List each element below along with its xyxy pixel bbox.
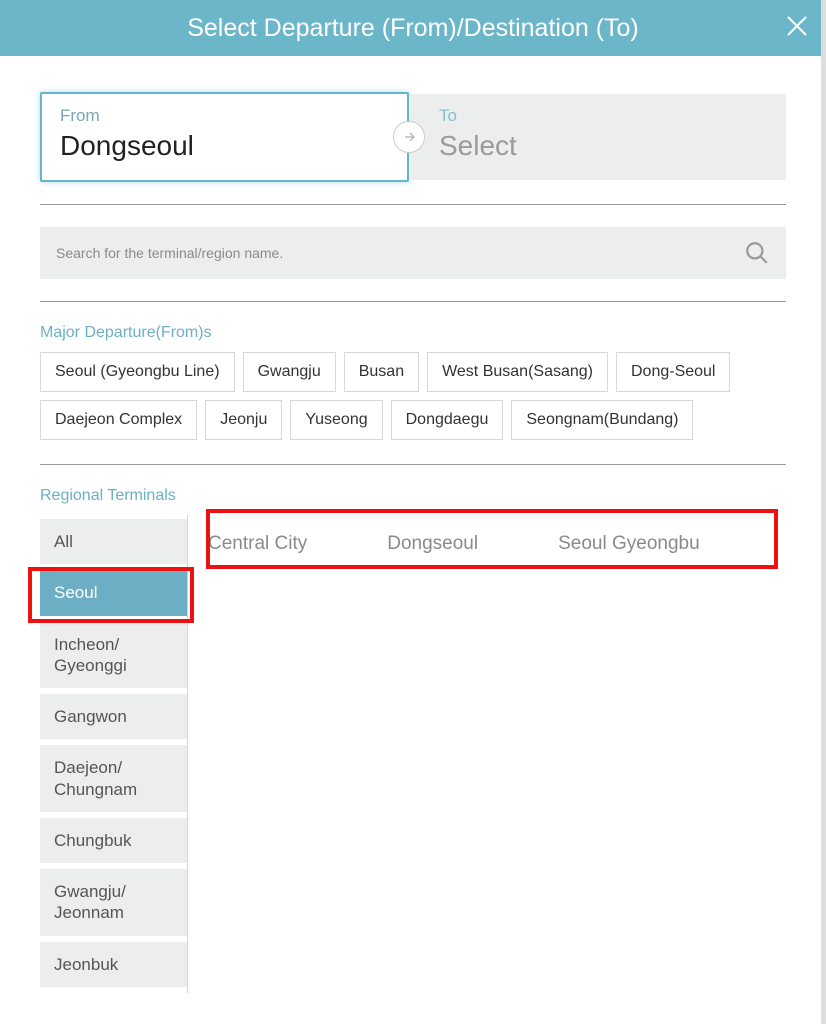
regional-section: All Seoul Incheon/ Gyeonggi Gangwon Daej…: [40, 515, 786, 993]
dialog-header: Select Departure (From)/Destination (To): [0, 0, 826, 56]
major-chip-row: Seoul (Gyeongbu Line) Gwangju Busan West…: [40, 352, 786, 440]
search-box[interactable]: [40, 227, 786, 279]
major-chip[interactable]: Jeonju: [205, 400, 282, 440]
arrow-right-icon: [393, 121, 425, 153]
major-chip[interactable]: Seoul (Gyeongbu Line): [40, 352, 235, 392]
close-icon[interactable]: [786, 15, 808, 41]
from-value: Dongseoul: [60, 130, 389, 162]
terminal-list: Central City Dongseoul Seoul Gyeongbu: [188, 515, 786, 993]
major-chip[interactable]: Gwangju: [243, 352, 336, 392]
region-item-seoul[interactable]: Seoul: [40, 570, 187, 615]
region-list: All Seoul Incheon/ Gyeonggi Gangwon Daej…: [40, 515, 188, 993]
major-chip[interactable]: Dongdaegu: [391, 400, 504, 440]
region-item-all[interactable]: All: [40, 519, 187, 564]
to-value: Select: [439, 130, 768, 162]
major-chip[interactable]: Busan: [344, 352, 419, 392]
search-input[interactable]: [56, 245, 744, 261]
major-title: Major Departure(From)s: [40, 324, 786, 342]
from-panel[interactable]: From Dongseoul: [40, 92, 409, 182]
region-item-gangwon[interactable]: Gangwon: [40, 694, 187, 739]
major-chip[interactable]: Dong-Seoul: [616, 352, 731, 392]
regional-title: Regional Terminals: [40, 487, 786, 505]
major-chip[interactable]: Daejeon Complex: [40, 400, 197, 440]
from-label: From: [60, 106, 389, 126]
major-chip[interactable]: West Busan(Sasang): [427, 352, 608, 392]
divider: [40, 301, 786, 302]
terminal-item[interactable]: Central City: [208, 533, 307, 555]
divider: [40, 204, 786, 205]
to-label: To: [439, 106, 768, 126]
scrollbar[interactable]: [821, 0, 826, 1024]
terminal-item[interactable]: Dongseoul: [387, 533, 478, 555]
region-item-jeonbuk[interactable]: Jeonbuk: [40, 942, 187, 987]
terminal-item[interactable]: Seoul Gyeongbu: [558, 533, 700, 555]
region-item-gwangju[interactable]: Gwangju/ Jeonnam: [40, 869, 187, 936]
dialog-title: Select Departure (From)/Destination (To): [187, 14, 639, 43]
region-item-daejeon[interactable]: Daejeon/ Chungnam: [40, 745, 187, 812]
divider: [40, 464, 786, 465]
region-item-incheon[interactable]: Incheon/ Gyeonggi: [40, 622, 187, 689]
major-chip[interactable]: Seongnam(Bundang): [511, 400, 693, 440]
major-chip[interactable]: Yuseong: [290, 400, 382, 440]
search-icon[interactable]: [744, 240, 770, 266]
region-item-chungbuk[interactable]: Chungbuk: [40, 818, 187, 863]
to-panel[interactable]: To Select: [409, 94, 786, 180]
